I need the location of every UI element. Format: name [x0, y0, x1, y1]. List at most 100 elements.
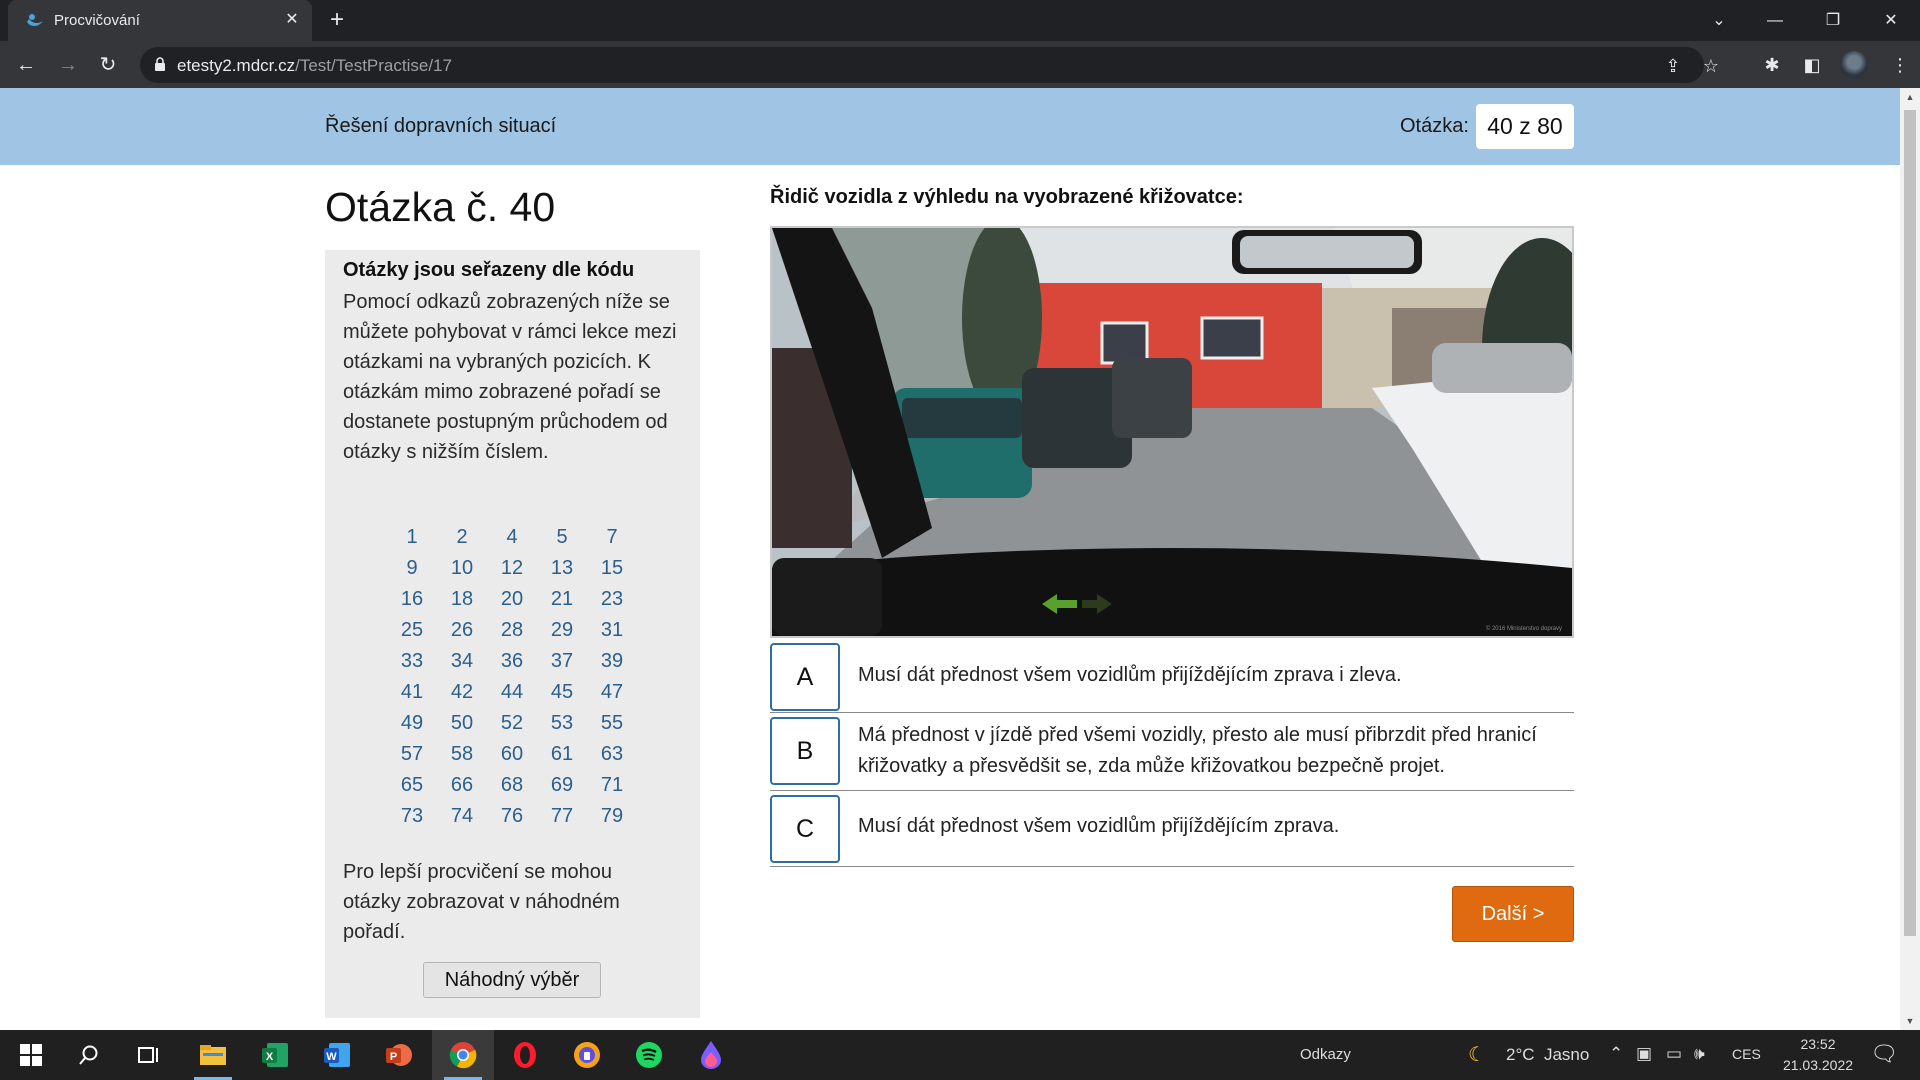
tab-close-icon[interactable]: ✕	[280, 8, 304, 32]
question-number-link[interactable]: 77	[537, 801, 587, 832]
question-number-link[interactable]: 31	[587, 615, 637, 646]
question-number-link[interactable]: 7	[587, 522, 637, 553]
question-number-link[interactable]: 49	[387, 708, 437, 739]
question-number-link[interactable]: 4	[487, 522, 537, 553]
scroll-down-icon[interactable]: ▼	[1900, 1012, 1920, 1030]
question-number-link[interactable]: 53	[537, 708, 587, 739]
question-number-link[interactable]: 25	[387, 615, 437, 646]
answer-letter-b[interactable]: B	[770, 717, 840, 785]
question-number-link[interactable]: 63	[587, 739, 637, 770]
answer-option-b[interactable]: B Má přednost v jízdě před všemi vozidly…	[770, 714, 1574, 791]
question-number-link[interactable]: 9	[387, 553, 437, 584]
question-number-link[interactable]: 57	[387, 739, 437, 770]
weather-text[interactable]: 2°C Jasno	[1506, 1045, 1589, 1065]
question-number-link[interactable]: 68	[487, 770, 537, 801]
clock-date[interactable]: 21.03.2022	[1776, 1057, 1860, 1073]
notifications-icon[interactable]: 🗨	[1870, 1041, 1898, 1067]
question-number-link[interactable]: 13	[537, 553, 587, 584]
powerpoint-icon[interactable]: P	[368, 1030, 430, 1080]
question-number-link[interactable]: 36	[487, 646, 537, 677]
question-number-link[interactable]: 50	[437, 708, 487, 739]
close-window-icon[interactable]: ✕	[1868, 0, 1914, 41]
share-icon[interactable]: ⇪	[1662, 55, 1684, 77]
question-number-link[interactable]: 76	[487, 801, 537, 832]
question-number-link[interactable]: 41	[387, 677, 437, 708]
question-number-link[interactable]: 39	[587, 646, 637, 677]
question-number-link[interactable]: 2	[437, 522, 487, 553]
question-number-link[interactable]: 1	[387, 522, 437, 553]
question-number-link[interactable]: 15	[587, 553, 637, 584]
search-icon[interactable]	[58, 1030, 120, 1080]
question-number-link[interactable]: 21	[537, 584, 587, 615]
question-number-link[interactable]: 20	[487, 584, 537, 615]
lock-icon[interactable]	[154, 57, 166, 72]
new-tab-icon[interactable]: +	[324, 8, 350, 34]
question-number-link[interactable]: 18	[437, 584, 487, 615]
opera-icon[interactable]	[494, 1030, 556, 1080]
question-number-link[interactable]: 45	[537, 677, 587, 708]
brave-icon[interactable]	[556, 1030, 618, 1080]
spotify-icon[interactable]	[618, 1030, 680, 1080]
question-number-link[interactable]: 10	[437, 553, 487, 584]
task-view-icon[interactable]	[118, 1030, 180, 1080]
question-number-link[interactable]: 60	[487, 739, 537, 770]
paint-drop-icon[interactable]	[680, 1030, 742, 1080]
address-bar[interactable]: etesty2.mdcr.cz/Test/TestPractise/17 ⇪ ☆	[140, 47, 1719, 83]
back-icon[interactable]: ←	[12, 51, 40, 79]
clock-time[interactable]: 23:52	[1790, 1036, 1846, 1052]
menu-kebab-icon[interactable]: ⋮	[1888, 53, 1912, 77]
question-number-link[interactable]: 69	[537, 770, 587, 801]
page-scrollbar[interactable]: ▲ ▼	[1900, 88, 1920, 1030]
question-number-link[interactable]: 71	[587, 770, 637, 801]
taskbar-links-label[interactable]: Odkazy	[1300, 1046, 1351, 1063]
question-number-link[interactable]: 34	[437, 646, 487, 677]
random-selection-button[interactable]: Náhodný výběr	[423, 962, 601, 998]
scroll-up-icon[interactable]: ▲	[1900, 88, 1920, 106]
question-number-link[interactable]: 74	[437, 801, 487, 832]
question-number-link[interactable]: 37	[537, 646, 587, 677]
bookmark-star-icon[interactable]: ☆	[1700, 55, 1722, 77]
excel-icon[interactable]: X	[244, 1030, 306, 1080]
question-number-link[interactable]: 61	[537, 739, 587, 770]
question-number-link[interactable]: 12	[487, 553, 537, 584]
extensions-icon[interactable]: ✱	[1760, 53, 1784, 77]
question-number-link[interactable]: 28	[487, 615, 537, 646]
answer-letter-a[interactable]: A	[770, 643, 840, 711]
next-question-button[interactable]: Další >	[1452, 886, 1574, 942]
input-language[interactable]: CES	[1732, 1046, 1761, 1062]
answer-option-a[interactable]: A Musí dát přednost všem vozidlům přijíž…	[770, 640, 1574, 713]
browser-tab[interactable]: Procvičování ✕	[8, 0, 312, 41]
question-number-link[interactable]: 16	[387, 584, 437, 615]
minimize-icon[interactable]: —	[1752, 0, 1798, 41]
profile-avatar[interactable]	[1840, 51, 1868, 79]
answer-text-b[interactable]: Má přednost v jízdě před všemi vozidly, …	[858, 720, 1558, 782]
question-number-link[interactable]: 55	[587, 708, 637, 739]
question-number-link[interactable]: 33	[387, 646, 437, 677]
question-number-link[interactable]: 29	[537, 615, 587, 646]
question-number-link[interactable]: 44	[487, 677, 537, 708]
question-number-link[interactable]: 58	[437, 739, 487, 770]
question-number-link[interactable]: 73	[387, 801, 437, 832]
start-icon[interactable]	[0, 1030, 62, 1080]
question-number-link[interactable]: 66	[437, 770, 487, 801]
question-number-link[interactable]: 26	[437, 615, 487, 646]
answer-option-c[interactable]: C Musí dát přednost všem vozidlům přijíž…	[770, 792, 1574, 867]
file-explorer-icon[interactable]	[182, 1030, 244, 1080]
question-number-link[interactable]: 23	[587, 584, 637, 615]
volume-icon[interactable]: 🕪	[1694, 1044, 1705, 1064]
question-number-link[interactable]: 65	[387, 770, 437, 801]
question-number-link[interactable]: 42	[437, 677, 487, 708]
tab-search-icon[interactable]: ⌄	[1696, 0, 1742, 41]
answer-text-c[interactable]: Musí dát přednost všem vozidlům přijíždě…	[858, 811, 1558, 842]
scroll-thumb[interactable]	[1904, 110, 1916, 936]
answer-text-a[interactable]: Musí dát přednost všem vozidlům přijíždě…	[858, 660, 1558, 691]
moon-weather-icon[interactable]: ☾	[1468, 1042, 1486, 1067]
question-number-link[interactable]: 47	[587, 677, 637, 708]
restore-icon[interactable]: ❐	[1810, 0, 1856, 41]
question-number-link[interactable]: 52	[487, 708, 537, 739]
chrome-icon[interactable]	[432, 1030, 494, 1080]
battery-icon[interactable]: ▭	[1666, 1044, 1682, 1064]
tray-meet-icon[interactable]: ▣	[1636, 1044, 1652, 1064]
word-icon[interactable]: W	[306, 1030, 368, 1080]
side-panel-icon[interactable]: ◧	[1800, 53, 1824, 77]
